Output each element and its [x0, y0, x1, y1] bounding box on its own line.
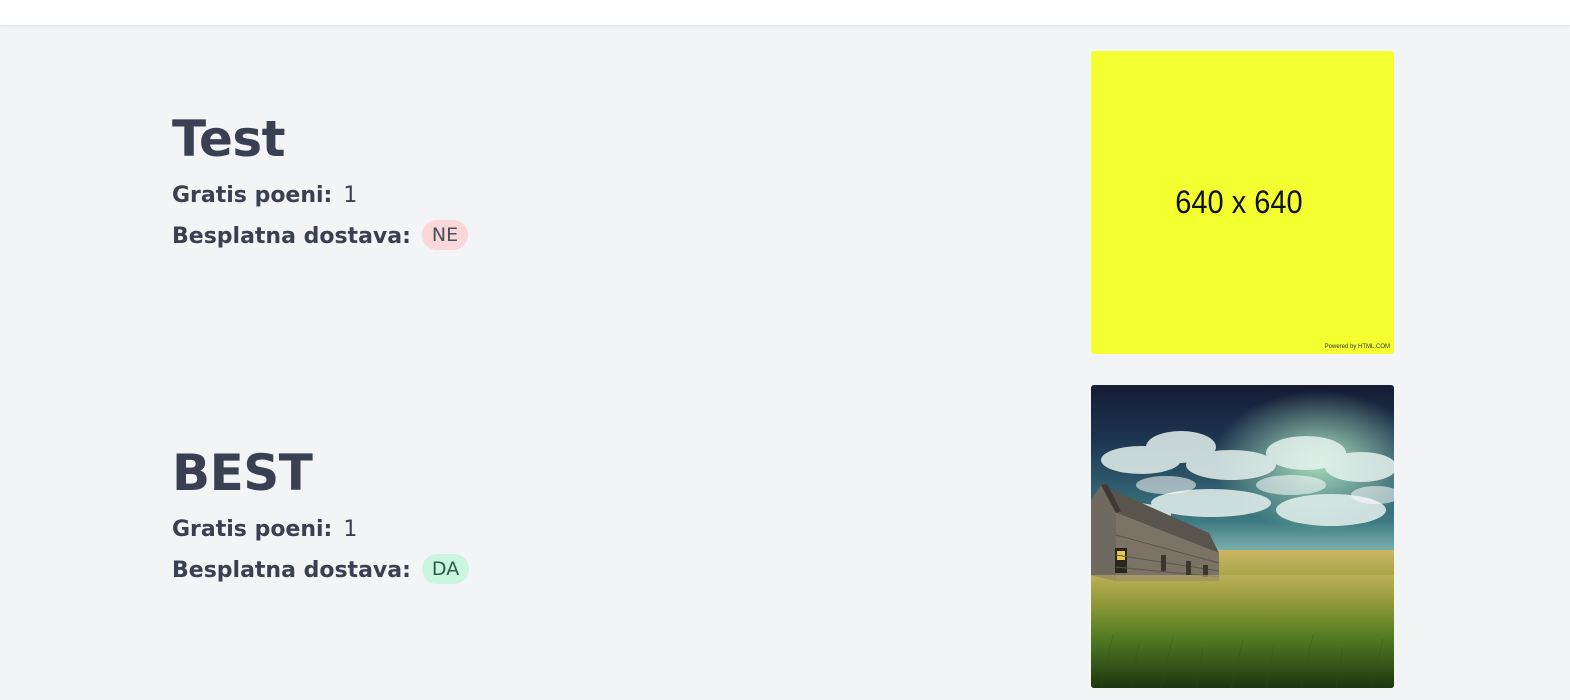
product-card: Test Gratis poeni: 1 Besplatna dostava: … [0, 51, 1570, 355]
free-delivery-row: Besplatna dostava: DA [172, 554, 872, 584]
product-title[interactable]: BEST [172, 443, 872, 503]
placeholder-credit-text: Powered by HTML.COM [1324, 344, 1390, 350]
gratis-points-value: 1 [343, 517, 358, 542]
gratis-points-label: Gratis poeni: [172, 517, 333, 542]
product-info: Test Gratis poeni: 1 Besplatna dostava: … [172, 109, 872, 250]
gratis-points-row: Gratis poeni: 1 [172, 183, 872, 209]
product-title[interactable]: Test [172, 109, 872, 169]
product-card: BEST Gratis poeni: 1 Besplatna dostava: … [0, 385, 1570, 689]
house-in-field-photo [1091, 385, 1394, 688]
free-delivery-row: Besplatna dostava: NE [172, 220, 872, 250]
product-info: BEST Gratis poeni: 1 Besplatna dostava: … [172, 443, 872, 584]
gratis-points-value: 1 [343, 183, 358, 208]
gratis-points-label: Gratis poeni: [172, 183, 333, 208]
free-delivery-label: Besplatna dostava: [172, 558, 411, 583]
product-image[interactable] [1091, 385, 1394, 688]
placeholder-size-text: 640 x 640 [1175, 185, 1303, 221]
free-delivery-label: Besplatna dostava: [172, 224, 411, 249]
top-navbar [0, 0, 1570, 26]
free-delivery-badge: DA [421, 554, 470, 584]
gratis-points-row: Gratis poeni: 1 [172, 517, 872, 543]
product-image[interactable]: 640 x 640 Powered by HTML.COM [1091, 51, 1394, 354]
free-delivery-badge: NE [421, 220, 469, 250]
